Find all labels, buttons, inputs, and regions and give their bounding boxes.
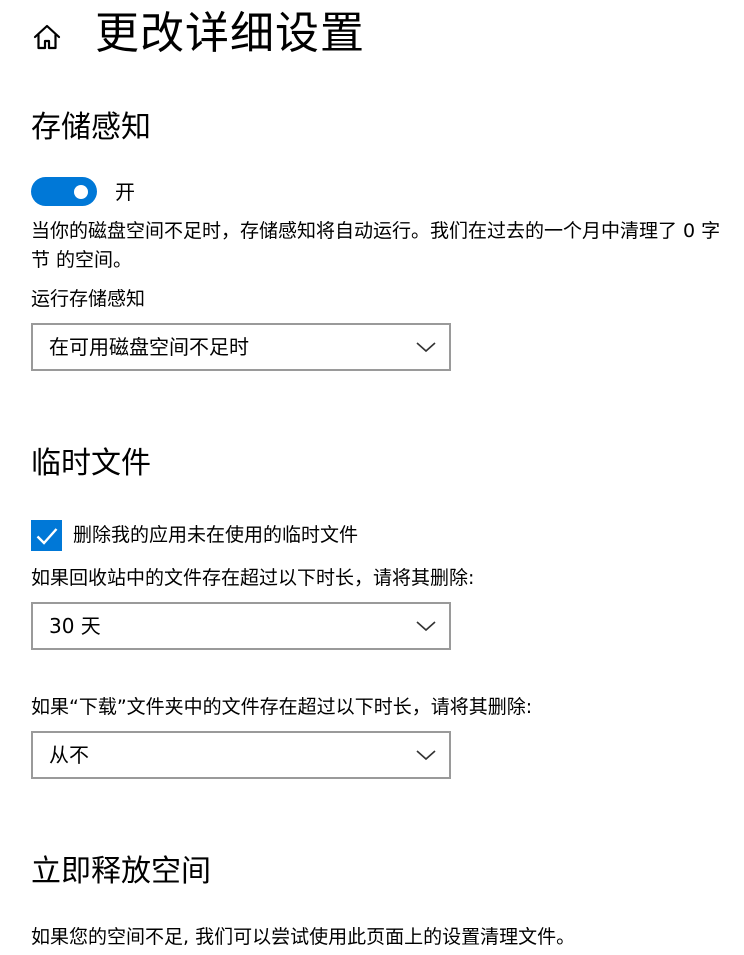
delete-temp-files-label: 删除我的应用未在使用的临时文件 [73, 524, 359, 546]
dropdown-value: 在可用磁盘空间不足时 [49, 335, 249, 359]
chevron-down-icon [415, 617, 437, 635]
recycle-bin-dropdown[interactable]: 30 天 [31, 602, 451, 650]
storage-sense-toggle[interactable] [31, 177, 97, 206]
downloads-label: 如果“下载”文件夹中的文件存在超过以下时长，请将其删除: [31, 696, 533, 718]
recycle-bin-label: 如果回收站中的文件存在超过以下时长，请将其删除: [31, 567, 475, 589]
chevron-down-icon [415, 746, 437, 764]
storage-sense-heading: 存储感知 [31, 110, 151, 145]
toggle-knob [74, 185, 88, 199]
dropdown-value: 30 天 [49, 614, 101, 638]
free-space-heading: 立即释放空间 [31, 854, 211, 889]
toggle-state-label: 开 [115, 180, 135, 204]
page-title: 更改详细设置 [95, 8, 365, 59]
downloads-dropdown[interactable]: 从不 [31, 731, 451, 779]
home-icon[interactable] [30, 20, 64, 54]
dropdown-value: 从不 [49, 743, 89, 767]
free-space-description: 如果您的空间不足, 我们可以尝试使用此页面上的设置清理文件。 [31, 926, 576, 948]
checkmark-icon [36, 527, 57, 545]
storage-sense-description: 当你的磁盘空间不足时，存储感知将自动运行。我们在过去的一个月中清理了 0 字节 … [31, 220, 721, 271]
delete-temp-files-checkbox[interactable] [31, 520, 62, 551]
run-storage-sense-label: 运行存储感知 [31, 288, 146, 310]
temp-files-heading: 临时文件 [31, 446, 151, 481]
run-storage-sense-dropdown[interactable]: 在可用磁盘空间不足时 [31, 323, 451, 371]
chevron-down-icon [415, 338, 437, 356]
